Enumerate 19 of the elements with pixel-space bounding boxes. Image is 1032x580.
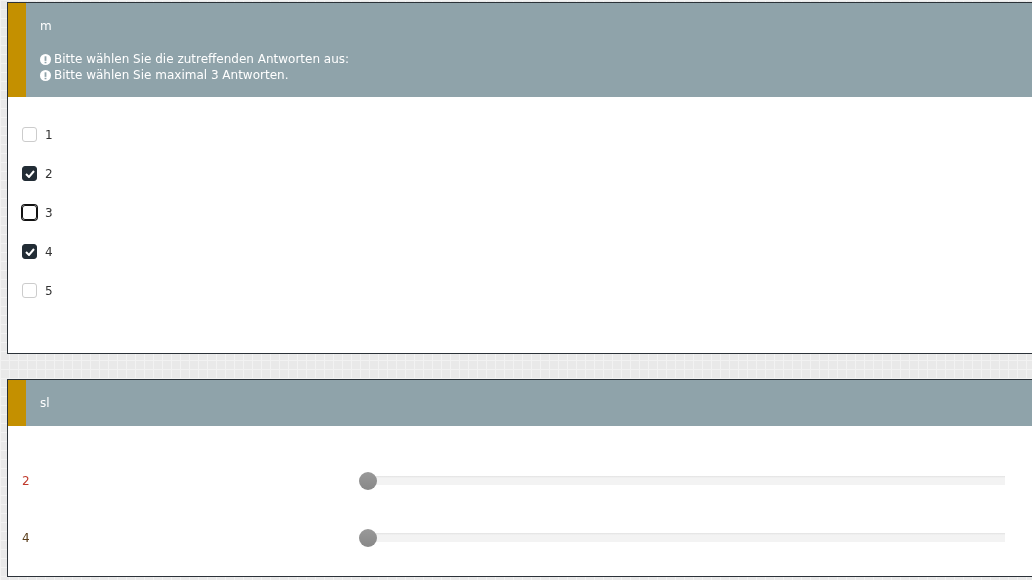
option-label: 3 bbox=[45, 204, 53, 222]
accent-bar bbox=[8, 380, 26, 426]
question-title: m bbox=[40, 18, 53, 35]
hint-text: Bitte wählen Sie die zutreffenden Antworten aus: bbox=[54, 51, 350, 67]
option-label: 5 bbox=[45, 282, 53, 300]
slider-label: 2 bbox=[22, 473, 30, 488]
exclamation-icon bbox=[40, 53, 51, 65]
checkbox[interactable] bbox=[22, 205, 37, 220]
hint-text: Bitte wählen Sie maximal 3 Antworten. bbox=[54, 67, 289, 83]
checkbox[interactable] bbox=[22, 244, 37, 259]
question-title: sl bbox=[40, 395, 50, 412]
option-label: 2 bbox=[45, 165, 53, 183]
slider-label: 4 bbox=[22, 530, 30, 545]
option-label: 4 bbox=[45, 243, 53, 261]
checkbox[interactable] bbox=[22, 166, 37, 181]
slider-thumb[interactable] bbox=[359, 528, 377, 547]
exclamation-icon bbox=[40, 69, 51, 81]
slider-thumb[interactable] bbox=[359, 471, 377, 490]
option-label: 1 bbox=[45, 126, 53, 144]
